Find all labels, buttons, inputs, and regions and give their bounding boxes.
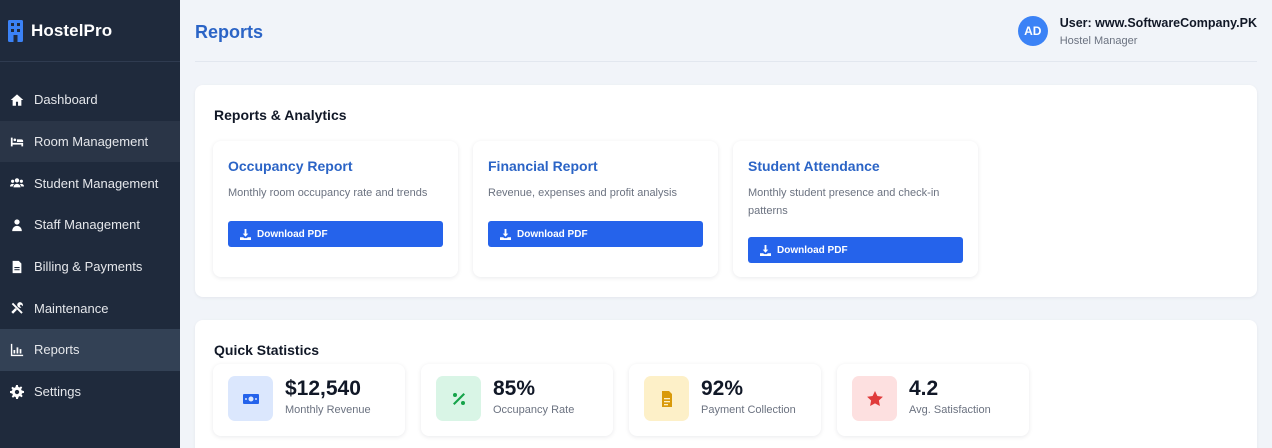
sidebar-item-label: Student Management [34, 175, 159, 191]
sidebar-item-billing-payments[interactable]: Billing & Payments [0, 246, 180, 288]
sidebar-item-label: Maintenance [34, 300, 109, 316]
stat-value: 85% [493, 377, 536, 400]
button-label: Download PDF [517, 228, 588, 240]
header: Reports AD User: www.SoftwareCompany.PK … [195, 0, 1257, 62]
report-description: Monthly student presence and check-in pa… [748, 187, 940, 217]
sidebar-item-label: Room Management [34, 134, 149, 150]
report-title: Financial Report [488, 158, 598, 174]
stat-label: Monthly Revenue [285, 404, 371, 416]
report-title: Student Attendance [748, 158, 880, 174]
sidebar-item-settings[interactable]: Settings [0, 371, 180, 413]
stat-value: 92% [701, 377, 744, 400]
report-title: Occupancy Report [228, 158, 353, 174]
sidebar-item-label: Billing & Payments [34, 259, 143, 275]
brand[interactable]: HostelPro [0, 0, 180, 62]
sidebar-item-label: Dashboard [34, 92, 98, 108]
report-card-attendance: Student Attendance Monthly student prese… [733, 141, 978, 277]
stats-panel: Quick Statistics $12,540 Monthly Revenue… [195, 320, 1257, 448]
user-name: User: www.SoftwareCompany.PK [1059, 16, 1257, 30]
user-tie-icon [9, 217, 25, 233]
reports-panel: Reports & Analytics Occupancy Report Mon… [195, 85, 1257, 297]
download-pdf-button[interactable]: Download PDF [488, 221, 703, 247]
app-name: HostelPro [31, 20, 113, 40]
money-icon [228, 376, 273, 421]
building-icon [8, 19, 23, 42]
document-icon [644, 376, 689, 421]
section-title: Reports & Analytics [214, 107, 347, 123]
stat-label: Avg. Satisfaction [909, 404, 991, 416]
user-profile[interactable]: AD User: www.SoftwareCompany.PK Hostel M… [1017, 16, 1257, 47]
sidebar-item-maintenance[interactable]: Maintenance [0, 287, 180, 329]
stat-value: $12,540 [285, 377, 361, 400]
sidebar-nav: Dashboard Room Management Student Manage… [0, 79, 180, 413]
sidebar-item-label: Reports [34, 342, 80, 358]
invoice-icon [9, 259, 25, 275]
button-label: Download PDF [257, 228, 328, 240]
star-icon [852, 376, 897, 421]
sidebar-item-student-management[interactable]: Student Management [0, 162, 180, 204]
report-description: Monthly room occupancy rate and trends [228, 187, 428, 199]
stat-value: 4.2 [909, 377, 939, 400]
chart-icon [9, 342, 25, 358]
report-description: Revenue, expenses and profit analysis [488, 187, 677, 199]
page-title: Reports [195, 22, 264, 42]
tools-icon [9, 300, 25, 316]
sidebar-item-room-management[interactable]: Room Management [0, 120, 180, 163]
gear-icon [9, 384, 25, 400]
stat-label: Occupancy Rate [493, 404, 575, 416]
download-pdf-button[interactable]: Download PDF [748, 237, 963, 263]
report-card-financial: Financial Report Revenue, expenses and p… [473, 141, 718, 277]
bed-icon [9, 134, 25, 150]
report-card-occupancy: Occupancy Report Monthly room occupancy … [213, 141, 458, 277]
sidebar-item-staff-management[interactable]: Staff Management [0, 204, 180, 246]
download-icon [760, 244, 771, 256]
sidebar-item-label: Settings [34, 384, 81, 400]
sidebar: HostelPro Dashboard Room Management Stud… [0, 0, 180, 448]
users-icon [9, 175, 25, 191]
button-label: Download PDF [777, 244, 848, 256]
user-role: Hostel Manager [1059, 35, 1138, 47]
sidebar-item-reports[interactable]: Reports [0, 329, 180, 371]
stat-card-satisfaction: 4.2 Avg. Satisfaction [837, 364, 1029, 436]
home-icon [9, 92, 25, 108]
percent-icon [436, 376, 481, 421]
download-pdf-button[interactable]: Download PDF [228, 221, 443, 247]
stat-card-revenue: $12,540 Monthly Revenue [213, 364, 405, 436]
stat-card-occupancy: 85% Occupancy Rate [421, 364, 613, 436]
sidebar-item-label: Staff Management [34, 217, 140, 233]
stat-card-payment: 92% Payment Collection [629, 364, 821, 436]
stat-label: Payment Collection [701, 404, 796, 416]
avatar[interactable]: AD [1017, 16, 1048, 46]
sidebar-item-dashboard[interactable]: Dashboard [0, 79, 180, 121]
download-icon [240, 228, 251, 240]
download-icon [500, 228, 511, 240]
section-title: Quick Statistics [214, 342, 320, 358]
